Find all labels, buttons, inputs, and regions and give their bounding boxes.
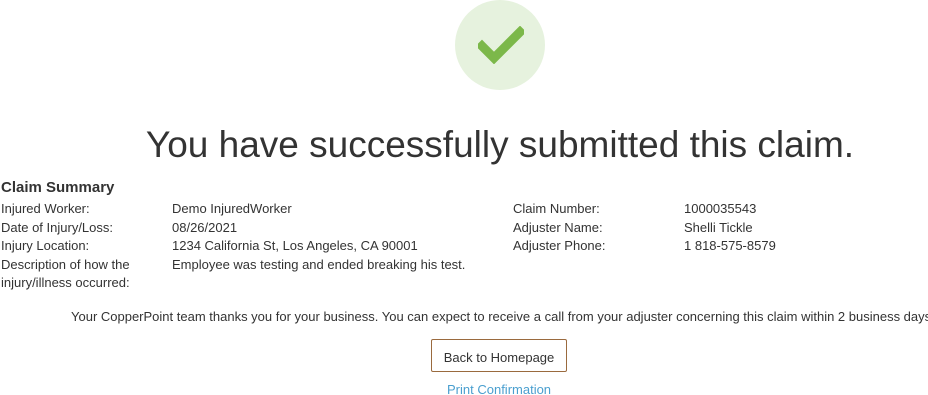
success-badge [455, 0, 545, 90]
injured-worker-label: Injured Worker: [1, 201, 90, 216]
adjuster-phone-value: 1 818-575-8579 [684, 238, 776, 253]
success-headline: You have successfully submitted this cla… [145, 124, 855, 165]
claim-number-label: Claim Number: [513, 201, 600, 216]
adjuster-name-label: Adjuster Name: [513, 220, 603, 235]
injured-worker-value: Demo InjuredWorker [172, 201, 292, 216]
claim-number-value: 1000035543 [684, 201, 757, 216]
injury-location-label: Injury Location: [1, 238, 90, 253]
description-value: Employee was testing and ended breaking … [172, 257, 466, 272]
thank-you-message: Your CopperPoint team thanks you for you… [71, 309, 928, 324]
adjuster-phone-label: Adjuster Phone: [513, 238, 606, 253]
date-of-injury-value: 08/26/2021 [172, 220, 238, 235]
checkmark-icon [478, 26, 524, 64]
injury-location-value: 1234 California St, Los Angeles, CA 9000… [172, 238, 418, 253]
date-of-injury-label: Date of Injury/Loss: [1, 220, 113, 235]
claim-confirmation-page: You have successfully submitted this cla… [0, 0, 928, 395]
print-confirmation-link[interactable]: Print Confirmation [447, 382, 551, 395]
adjuster-name-value: Shelli Tickle [684, 220, 753, 235]
description-label: Description of how the injury/illness oc… [1, 257, 130, 290]
back-to-homepage-button[interactable]: Back to Homepage [431, 339, 567, 372]
claim-summary-title: Claim Summary [1, 179, 115, 196]
